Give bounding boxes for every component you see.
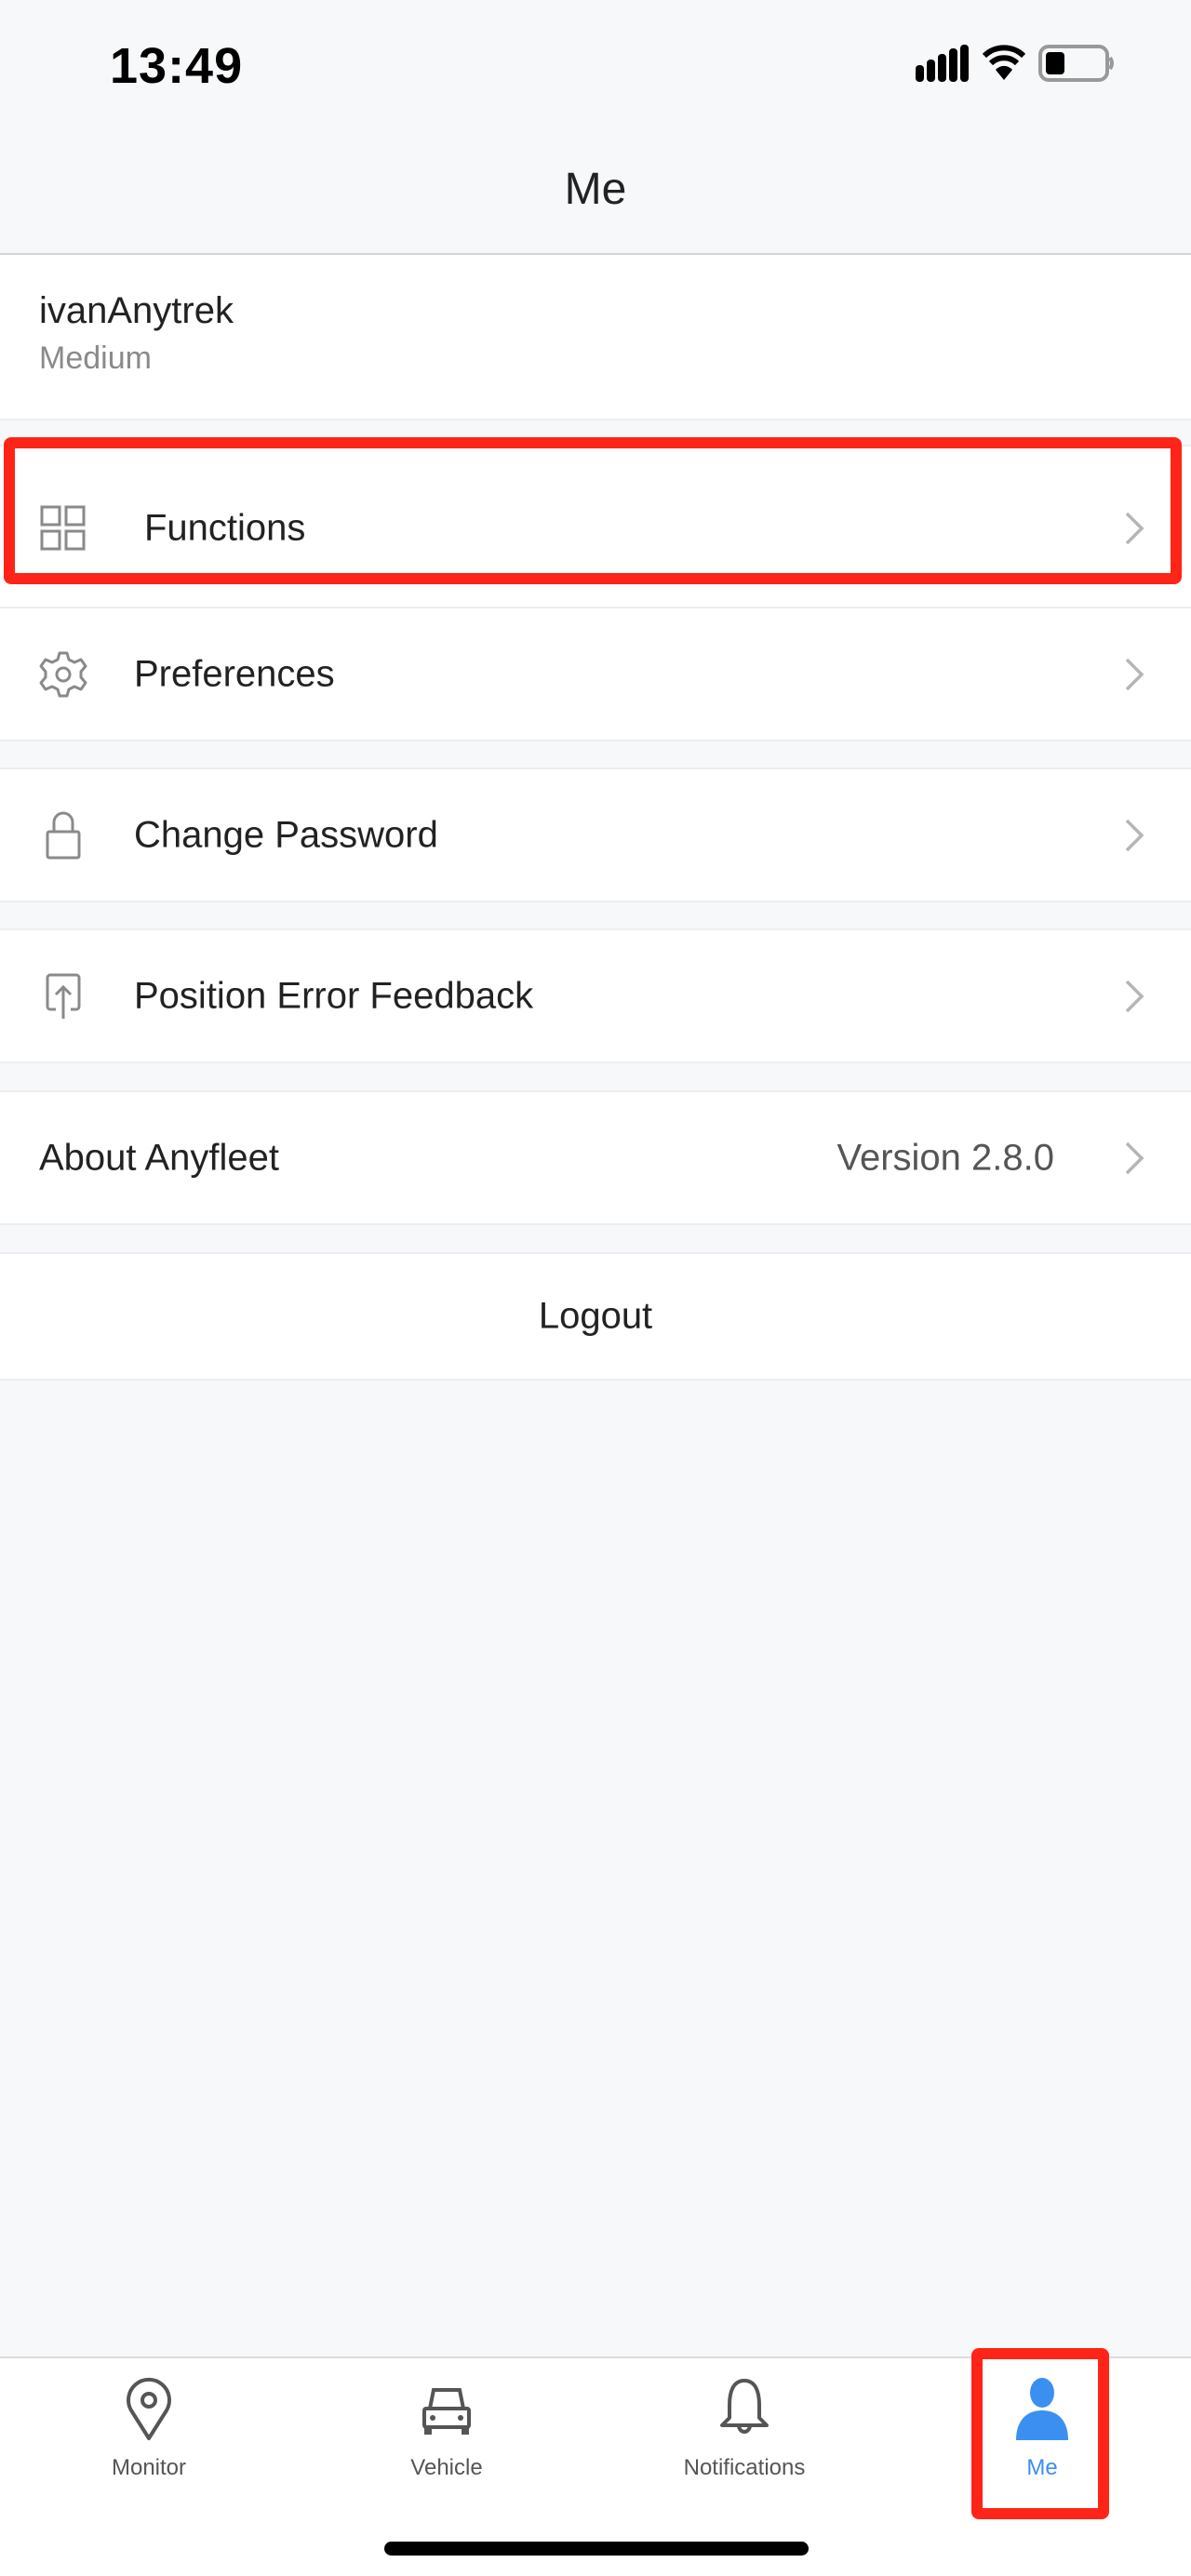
chevron-right-icon <box>1125 658 1144 690</box>
chevron-right-icon <box>1125 1141 1144 1174</box>
version-value: Version 2.8.0 <box>836 1137 1055 1178</box>
profile-card <box>0 255 1191 420</box>
grid-icon <box>40 505 86 551</box>
tab-label: Me <box>1026 2455 1058 2480</box>
battery-icon <box>1038 45 1114 82</box>
tab-monitor[interactable]: Monitor <box>56 2377 242 2481</box>
logout-label: Logout <box>538 1295 653 1337</box>
upload-icon <box>46 973 81 1019</box>
signal-icon <box>916 45 969 82</box>
menu-item-label: Functions <box>144 507 306 549</box>
menu-item-label: Position Error Feedback <box>134 975 534 1016</box>
menu-item-functions[interactable]: Functions <box>0 445 1191 612</box>
tab-notifications[interactable]: Notifications <box>651 2377 837 2481</box>
chevron-right-icon <box>1125 512 1144 545</box>
status-icons <box>916 45 1115 82</box>
menu-item-position-error-feedback[interactable]: Position Error Feedback <box>0 928 1191 1063</box>
tab-label: Vehicle <box>410 2455 483 2480</box>
menu-item-label: Change Password <box>134 814 438 855</box>
status-time: 13:49 <box>110 38 244 94</box>
bell-icon <box>720 2379 769 2434</box>
home-indicator[interactable] <box>384 2542 809 2556</box>
car-icon <box>422 2388 471 2435</box>
menu-item-change-password[interactable]: Change Password <box>0 767 1191 902</box>
person-icon <box>1016 2378 1068 2440</box>
tab-me[interactable]: Me <box>949 2377 1135 2481</box>
page-title: Me <box>564 165 627 214</box>
logout-button[interactable]: Logout <box>0 1252 1191 1381</box>
tab-label: Notifications <box>683 2455 806 2480</box>
profile-level: Medium <box>39 340 152 376</box>
lock-icon <box>46 811 81 859</box>
menu-item-about[interactable]: About Anyfleet Version 2.8.0 <box>0 1090 1191 1225</box>
gear-icon <box>39 651 87 697</box>
wifi-icon <box>983 45 1025 80</box>
tab-label: Monitor <box>111 2455 187 2480</box>
map-pin-icon <box>127 2377 171 2440</box>
menu-item-preferences[interactable]: Preferences <box>0 607 1191 741</box>
profile-username: ivanAnytrek <box>39 290 234 331</box>
tab-vehicle[interactable]: Vehicle <box>354 2377 540 2481</box>
menu-item-label: About Anyfleet <box>39 1137 279 1178</box>
menu-item-label: Preferences <box>134 653 335 694</box>
chevron-right-icon <box>1125 980 1144 1012</box>
chevron-right-icon <box>1125 819 1144 851</box>
